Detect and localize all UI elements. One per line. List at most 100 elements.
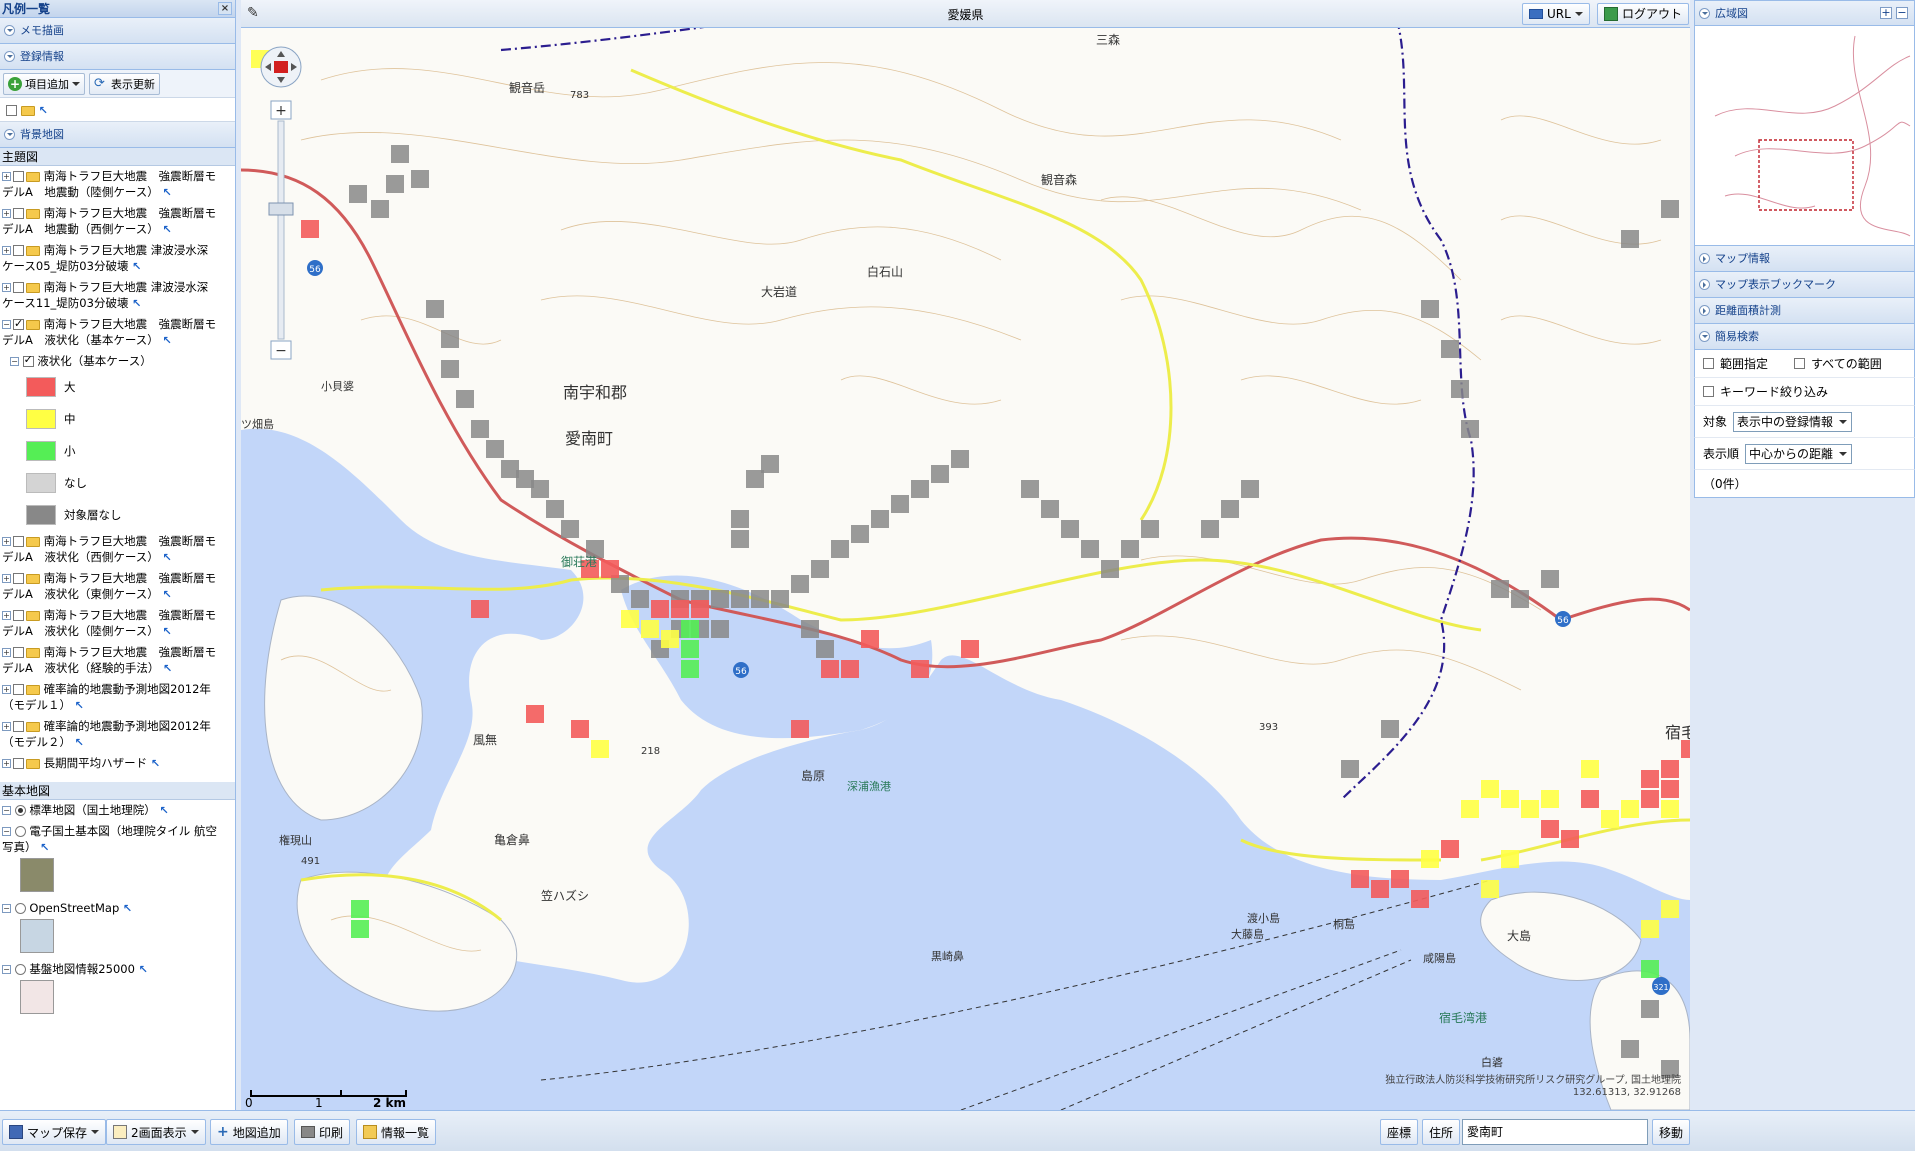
- mapinfo-section[interactable]: マップ情報: [1694, 246, 1915, 272]
- expand-icon[interactable]: −: [2, 320, 11, 329]
- sub-layer-row[interactable]: − 液状化（基本ケース）: [0, 351, 235, 371]
- sub-layer-checkbox[interactable]: [22, 353, 34, 367]
- expand-icon[interactable]: [1699, 279, 1710, 290]
- expand-icon[interactable]: +: [2, 685, 11, 694]
- expand-icon[interactable]: +: [2, 759, 11, 768]
- link-icon[interactable]: ↖: [40, 841, 49, 854]
- expand-icon[interactable]: [1699, 253, 1710, 264]
- layer-checkbox[interactable]: [13, 208, 24, 219]
- layer-checkbox[interactable]: [13, 171, 24, 182]
- layer-item[interactable]: + 南海トラフ巨大地震 津波浸水深 ケース05_堤防03分破壊 ↖: [0, 240, 235, 277]
- collapse-icon[interactable]: [4, 51, 15, 62]
- layer-checkbox[interactable]: [13, 684, 24, 695]
- zoom-in-overview-icon[interactable]: +: [1880, 7, 1892, 19]
- layer-item[interactable]: + 南海トラフ巨大地震 強震断層モ デルA 液状化（陸側ケース） ↖: [0, 605, 235, 642]
- address-input[interactable]: 愛南町: [1462, 1119, 1648, 1145]
- expand-icon[interactable]: +: [2, 722, 11, 731]
- link-icon[interactable]: ↖: [139, 963, 148, 976]
- link-icon[interactable]: ↖: [75, 699, 84, 712]
- measure-section[interactable]: 距離面積計測: [1694, 298, 1915, 324]
- map-navigation-control[interactable]: + −: [253, 45, 311, 378]
- layer-item[interactable]: + 南海トラフ巨大地震 津波浸水深 ケース11_堤防03分破壊 ↖: [0, 277, 235, 314]
- collapse-icon[interactable]: [1699, 8, 1710, 19]
- basemap-item[interactable]: − 電子国土基本図（地理院タイル 航空 写真） ↖: [0, 821, 235, 898]
- expand-icon[interactable]: +: [2, 246, 11, 255]
- layer-checkbox[interactable]: [13, 245, 24, 256]
- link-icon[interactable]: ↖: [39, 104, 48, 117]
- expand-icon[interactable]: +: [2, 574, 11, 583]
- link-icon[interactable]: ↖: [162, 223, 171, 236]
- registered-section[interactable]: 登録情報: [0, 44, 235, 70]
- expand-icon[interactable]: +: [2, 209, 11, 218]
- link-icon[interactable]: ↖: [75, 736, 84, 749]
- print-button[interactable]: 印刷: [294, 1119, 351, 1145]
- link-icon[interactable]: ↖: [123, 902, 132, 915]
- link-icon[interactable]: ↖: [132, 297, 141, 310]
- link-icon[interactable]: ↖: [163, 662, 172, 675]
- zoom-slider-handle[interactable]: [268, 202, 294, 216]
- link-icon[interactable]: ↖: [162, 551, 171, 564]
- basemap-radio[interactable]: [14, 903, 26, 914]
- save-map-button[interactable]: マップ保存: [2, 1119, 107, 1145]
- coord-button[interactable]: 座標: [1380, 1119, 1419, 1145]
- order-select[interactable]: 中心からの距離: [1745, 443, 1853, 464]
- basemap-radio[interactable]: [14, 826, 26, 837]
- layer-item[interactable]: + 長期間平均ハザード ↖: [0, 753, 235, 774]
- memo-section[interactable]: メモ描画: [0, 18, 235, 44]
- expand-icon[interactable]: +: [2, 537, 11, 546]
- layer-item[interactable]: + 南海トラフ巨大地震 強震断層モ デルA 液状化（西側ケース） ↖: [0, 531, 235, 568]
- home-icon[interactable]: [274, 61, 288, 73]
- basemap-item[interactable]: − 標準地図（国土地理院） ↖: [0, 800, 235, 821]
- layer-item[interactable]: + 南海トラフ巨大地震 強震断層モ デルA 地震動（西側ケース） ↖: [0, 203, 235, 240]
- expand-icon[interactable]: −: [2, 827, 11, 836]
- link-icon[interactable]: ↖: [162, 334, 171, 347]
- background-map-section[interactable]: 背景地図: [0, 122, 235, 148]
- layer-checkbox[interactable]: [13, 610, 24, 621]
- link-icon[interactable]: ↖: [162, 186, 171, 199]
- expand-icon[interactable]: +: [2, 611, 11, 620]
- link-icon[interactable]: ↖: [159, 804, 168, 817]
- url-button[interactable]: URL: [1522, 3, 1590, 25]
- bookmark-section[interactable]: マップ表示ブックマーク: [1694, 272, 1915, 298]
- basemap-item[interactable]: − 基盤地図情報25000 ↖: [0, 959, 235, 1020]
- registered-checkbox[interactable]: [6, 105, 17, 116]
- link-icon[interactable]: ↖: [162, 588, 171, 601]
- map-svg[interactable]: 南宇和郡 愛南町 観音岳 観音森 三森 白石山 大岩道 御荘港 深浦漁港 宿毛湾…: [241, 0, 1690, 1110]
- expand-icon[interactable]: +: [2, 283, 11, 292]
- move-button[interactable]: 移動: [1652, 1119, 1691, 1145]
- zoom-out-overview-icon[interactable]: −: [1896, 7, 1908, 19]
- collapse-icon[interactable]: [4, 129, 15, 140]
- all-range-checkbox[interactable]: [1794, 358, 1806, 369]
- basemap-item[interactable]: − OpenStreetMap ↖: [0, 898, 235, 959]
- expand-icon[interactable]: +: [2, 172, 11, 181]
- expand-icon[interactable]: [1699, 305, 1710, 316]
- layer-checkbox[interactable]: [13, 573, 24, 584]
- expand-icon[interactable]: +: [2, 648, 11, 657]
- layer-checkbox[interactable]: [13, 721, 24, 732]
- link-icon[interactable]: ↖: [132, 260, 141, 273]
- map-canvas[interactable]: 南宇和郡 愛南町 観音岳 観音森 三森 白石山 大岩道 御荘港 深浦漁港 宿毛湾…: [241, 0, 1690, 1110]
- add-item-button[interactable]: + 項目追加: [3, 73, 85, 95]
- layer-item[interactable]: + 南海トラフ巨大地震 強震断層モ デルA 液状化（東側ケース） ↖: [0, 568, 235, 605]
- collapse-icon[interactable]: [1699, 331, 1710, 342]
- expand-icon[interactable]: −: [2, 965, 11, 974]
- info-list-button[interactable]: 情報一覧: [356, 1119, 437, 1145]
- keyword-checkbox[interactable]: [1703, 386, 1714, 397]
- refresh-button[interactable]: ⟳ 表示更新: [89, 73, 160, 95]
- overview-section[interactable]: 広域図 + −: [1694, 0, 1915, 26]
- layer-item[interactable]: + 南海トラフ巨大地震 強震断層モ デルA 地震動（陸側ケース） ↖: [0, 166, 235, 203]
- add-map-button[interactable]: + 地図追加: [210, 1119, 288, 1145]
- layer-checkbox[interactable]: [13, 647, 24, 658]
- link-icon[interactable]: ↖: [162, 625, 171, 638]
- layer-item[interactable]: − 南海トラフ巨大地震 強震断層モデルA 液状化（基本ケース） ↖: [0, 314, 235, 351]
- basemap-radio[interactable]: [14, 964, 26, 975]
- layer-checkbox[interactable]: [13, 282, 24, 293]
- expand-icon[interactable]: −: [2, 806, 11, 815]
- logout-button[interactable]: ログアウト: [1597, 3, 1690, 25]
- address-button[interactable]: 住所: [1422, 1119, 1461, 1145]
- overview-map[interactable]: [1694, 26, 1915, 246]
- layer-checkbox[interactable]: [13, 758, 24, 769]
- collapse-icon[interactable]: −: [10, 357, 19, 366]
- layer-item[interactable]: + 確率論的地震動予測地図2012年 （モデル２） ↖: [0, 716, 235, 753]
- overview-viewport[interactable]: [1758, 139, 1854, 211]
